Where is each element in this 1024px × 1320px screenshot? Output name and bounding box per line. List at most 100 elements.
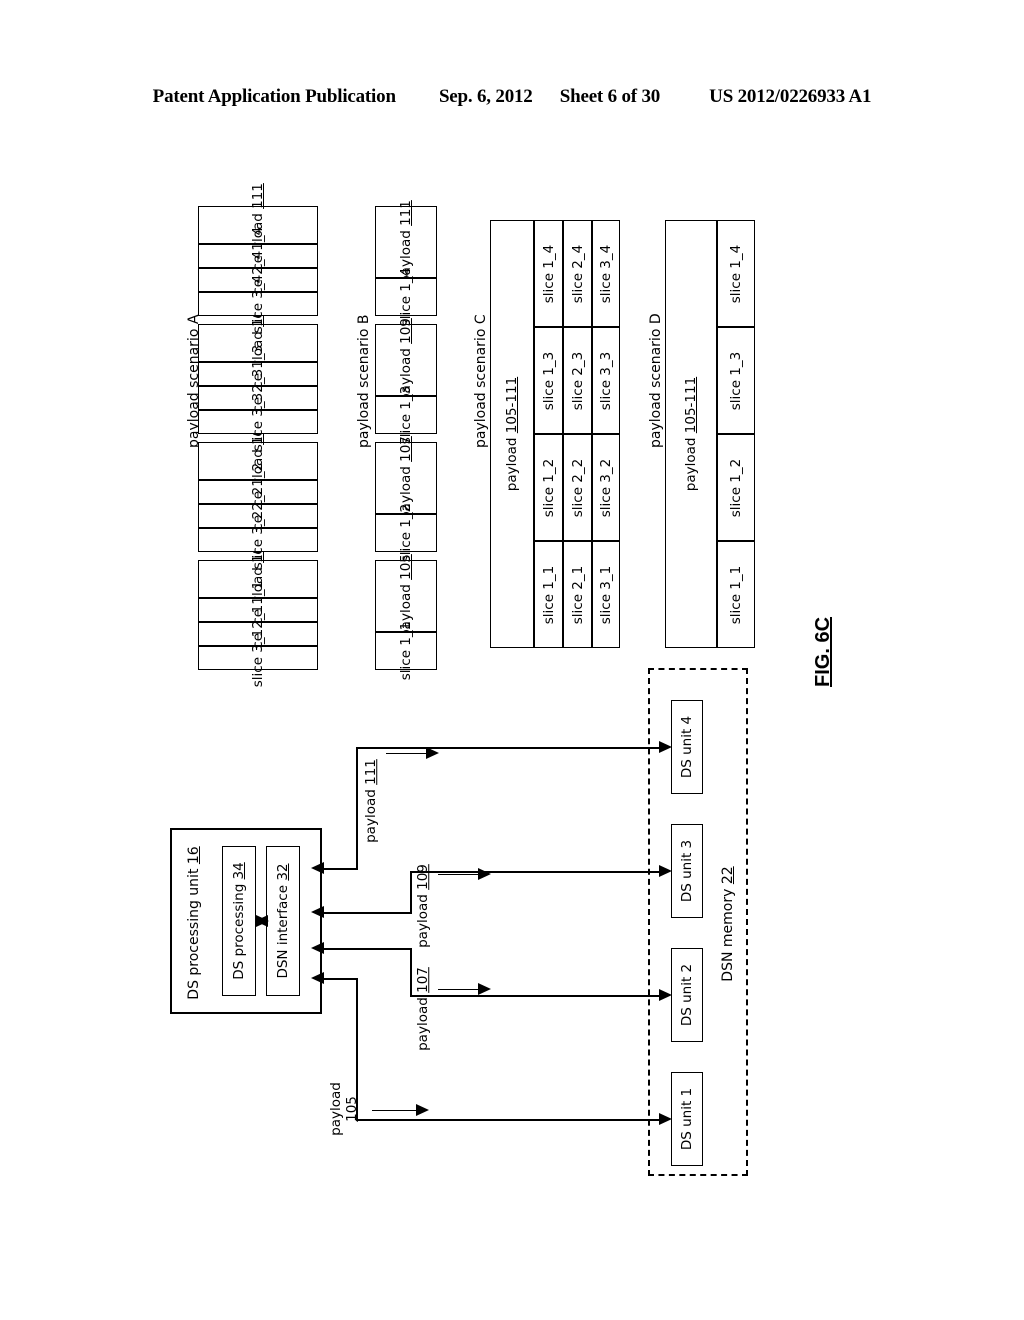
slice-label: slice 2_4: [569, 244, 586, 303]
scenario-a-slice-cell: slice 3_3: [198, 393, 318, 451]
flow-111-caption-arrowhead-icon: [426, 747, 439, 759]
slice-label: slice 1_2: [540, 458, 557, 517]
flow-105-arrowhead-icon: [659, 1113, 672, 1125]
slice-label: slice 3_4: [598, 244, 614, 303]
scenario-d-slice-cell: slice 1_3: [717, 327, 755, 434]
flow-107-segment-h2: [410, 995, 661, 997]
flow-109-caption-arrowhead-icon: [478, 868, 491, 880]
ds-unit-label: DS unit 3: [679, 839, 695, 903]
scenario-c-slice-cell: slice 2_4: [563, 220, 592, 327]
flow-107-segment-v: [410, 948, 412, 995]
scenario-d-slice-cell: slice 1_2: [717, 434, 755, 541]
slice-label: slice 1_4: [398, 267, 414, 327]
slice-label: slice 1_2: [398, 503, 414, 563]
ds-processing-unit-label: DS processing unit 16: [186, 846, 202, 1000]
slice-label: slice 3_3: [598, 351, 614, 410]
flow-109-caption-name: payload: [415, 894, 432, 948]
flow-107-caption: payload 107: [415, 967, 431, 1051]
payload-label: payload 105-111: [504, 376, 520, 492]
flow-109-caption-ref: 109: [415, 864, 432, 890]
dsn-interface-box: DSN interface 32: [266, 846, 300, 996]
scenario-b-slice-cell: slice 1_1: [375, 622, 437, 680]
scenario-c-slice-cell: slice 3_1: [592, 541, 620, 648]
scenario-b-slice-cell: slice 1_3: [375, 386, 437, 444]
scenario-c-title: payload scenario C: [473, 314, 489, 448]
ds-unit-2-box: DS unit 2: [671, 948, 703, 1042]
scenario-d-slice-cell: slice 1_1: [717, 541, 755, 648]
publication-date: Sep. 6, 2012: [438, 86, 533, 107]
flow-107-segment-h1: [318, 948, 412, 950]
publication-title: Patent Application Publication: [152, 86, 396, 107]
slice-label: slice 3_3: [250, 392, 266, 452]
patent-number: US 2012/0226933 A1: [709, 86, 872, 107]
slice-label: slice 1_2: [728, 458, 744, 517]
slice-label: slice 1_4: [540, 244, 557, 303]
ds-unit-label: DS unit 2: [679, 963, 695, 1027]
ds-unit-4-box: DS unit 4: [671, 700, 703, 794]
scenario-c-slice-cell: slice 1_3: [534, 327, 563, 434]
slice-label: slice 2_2: [569, 458, 586, 517]
dsn-memory-label: DSN memory 22: [720, 866, 736, 982]
flow-105-caption-arrowhead-icon: [416, 1104, 429, 1116]
flow-111-segment-h1: [318, 868, 358, 870]
slice-label: slice 3_2: [598, 458, 614, 517]
flow-111-caption-name: payload: [363, 789, 380, 843]
flow-105-caption-line1: payload: [327, 1082, 344, 1136]
flow-109-segment-h2: [410, 871, 661, 873]
figure-label: FIG. 6C: [812, 616, 834, 687]
connector-arrow-right-icon: [256, 915, 269, 927]
sheet-number: Sheet 6 of 30: [559, 86, 661, 107]
scenario-d-payload-header: payload 105-111: [665, 220, 717, 648]
scenario-c-slice-cell: slice 1_1: [534, 541, 563, 648]
flow-105-segment-h1: [318, 978, 358, 980]
flow-111-caption: payload 111: [363, 759, 379, 843]
flow-109-arrowhead-interface-icon: [311, 906, 324, 918]
slice-label: slice 3_4: [250, 274, 266, 334]
flow-111-caption-ref: 111: [363, 759, 380, 785]
scenario-c-payload-header: payload 105-111: [490, 220, 534, 648]
scenario-c-slice-cell: slice 1_4: [534, 220, 563, 327]
flow-109-arrowhead-icon: [659, 865, 672, 877]
flow-105-segment-h2: [356, 1119, 661, 1121]
ds-processing-label: DS processing 34: [231, 862, 247, 980]
dsn-interface-label: DSN interface 32: [275, 863, 291, 979]
slice-label: slice 1_3: [540, 351, 557, 410]
flow-111-caption-arrow-line: [386, 753, 428, 754]
scenario-d-slice-cell: slice 1_4: [717, 220, 755, 327]
flow-111-arrowhead-icon: [659, 741, 672, 753]
scenario-c-slice-cell: slice 1_2: [534, 434, 563, 541]
flow-107-caption-arrow-line: [438, 989, 480, 990]
scenario-c-slice-cell: slice 2_2: [563, 434, 592, 541]
flow-105-arrowhead-interface-icon: [311, 972, 324, 984]
flow-107-caption-arrowhead-icon: [478, 983, 491, 995]
flow-105-caption: payload 105: [328, 1082, 360, 1136]
scenario-a-slice-cell: slice 3_2: [198, 511, 318, 569]
slice-label: slice 1_1: [728, 565, 744, 624]
scenario-b-slice-cell: slice 1_4: [375, 268, 437, 326]
page-header: Patent Application Publication Sep. 6, 2…: [0, 86, 1024, 108]
slice-label: slice 3_1: [250, 628, 266, 688]
payload-label: payload 105-111: [683, 376, 699, 492]
flow-107-caption-name: payload: [415, 997, 432, 1051]
slice-label: slice 1_3: [728, 351, 744, 410]
slice-label: slice 1_3: [398, 385, 414, 445]
flow-107-caption-ref: 107: [415, 967, 432, 993]
flow-111-segment-v: [356, 747, 358, 868]
flow-107-arrowhead-interface-icon: [311, 942, 324, 954]
ds-unit-3-box: DS unit 3: [671, 824, 703, 918]
scenario-d-title: payload scenario D: [648, 313, 664, 448]
slice-label: slice 1_1: [540, 565, 557, 624]
ds-processing-box: DS processing 34: [222, 846, 256, 996]
scenario-c-slice-cell: slice 2_3: [563, 327, 592, 434]
flow-109-segment-h1: [318, 912, 412, 914]
scenario-a-slice-cell: slice 3_1: [198, 629, 318, 687]
ds-unit-1-box: DS unit 1: [671, 1072, 703, 1166]
slice-label: slice 1_1: [398, 621, 414, 681]
slice-label: slice 2_3: [569, 351, 586, 410]
slice-label: slice 3_1: [598, 565, 614, 624]
slice-label: slice 3_2: [250, 510, 266, 570]
scenario-c-slice-cell: slice 3_2: [592, 434, 620, 541]
flow-111-arrowhead-interface-icon: [311, 862, 324, 874]
flow-109-caption: payload 109: [415, 864, 431, 948]
flow-109-caption-arrow-line: [438, 874, 480, 875]
